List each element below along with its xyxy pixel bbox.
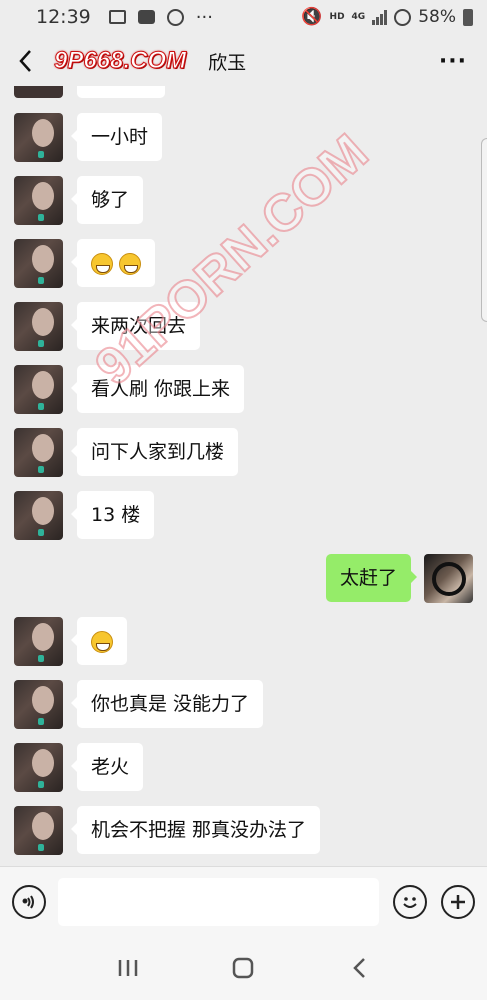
avatar[interactable] [14,113,63,162]
message-row: 老火 [14,743,144,792]
message-bubble[interactable]: 老火 [70,743,144,791]
avatar[interactable] [14,365,63,414]
input-bar [0,866,487,936]
message-row: 13 楼 [14,491,155,540]
avatar[interactable] [14,806,63,855]
nav-back-button[interactable] [334,943,384,993]
smiley-icon [403,896,417,908]
avatar[interactable] [14,176,63,225]
chat-title: 欣玉 [208,51,247,74]
message-bubble-sent[interactable]: 太赶了 [325,554,418,602]
grimace-icon [119,252,142,275]
avatar[interactable] [14,680,63,729]
system-nav-bar [0,936,487,1000]
gallery-icon [108,10,126,24]
message-bubble[interactable]: 来两次回去 [70,302,201,350]
avatar[interactable] [14,743,63,792]
mute-icon: 🔇 [301,7,323,27]
message-bubble[interactable]: 一小时 [70,113,163,161]
avatar[interactable] [14,86,63,98]
scrollbar[interactable] [481,138,487,322]
message-bubble[interactable]: 你也真是 没能力了 [70,680,264,728]
message-bubble-partial [77,86,165,98]
avatar[interactable] [14,302,63,351]
more-options-button[interactable]: ··· [439,49,467,74]
message-input[interactable] [58,877,379,926]
plus-icon [451,894,465,909]
signal-icon [372,9,388,25]
voice-icon [22,894,34,909]
message-bubble[interactable]: 机会不把握 那真没办法了 [70,806,321,854]
chevron-left-icon [19,50,31,72]
message-bubble[interactable] [70,239,156,287]
status-time: 12:39 [36,6,91,28]
message-bubble[interactable] [71,617,127,665]
home-icon [233,957,254,979]
recent-apps-icon [118,960,138,976]
message-bubble[interactable]: 问下人家到几楼 [70,428,239,476]
home-button[interactable] [218,943,268,993]
app-notification-icon [166,8,184,26]
recent-apps-button[interactable] [103,943,153,993]
message-bubble[interactable]: 看人刷 你跟上来 [70,365,245,413]
do-not-disturb-icon [394,8,412,26]
status-bar: 12:39 ··· 🔇 HD 4G 58% [0,0,487,34]
message-icon [137,10,155,24]
avatar-self[interactable] [424,554,473,603]
message-bubble[interactable]: 13 楼 [70,491,155,539]
message-row: 看人刷 你跟上来 [14,365,245,414]
laugh-cry-icon [91,630,113,653]
hd-label: HD [329,11,345,22]
avatar[interactable] [14,239,63,288]
chat-header: 9P668.COM 欣玉 ··· [0,34,487,88]
battery-icon [463,8,473,26]
avatar[interactable] [14,617,63,666]
emoji-button[interactable] [393,884,427,919]
avatar[interactable] [14,428,63,477]
message-row [14,617,127,666]
more-notifications-icon: ··· [195,6,213,28]
network-4g-label: 4G [351,11,366,22]
message-row: 够了 [14,176,144,225]
message-row: 机会不把握 那真没办法了 [14,806,321,855]
message-row: 问下人家到几楼 [14,428,239,477]
battery-percent: 58% [418,7,456,27]
message-row: 太赶了 [325,554,473,603]
back-button[interactable] [0,34,50,88]
grin-icon [91,252,113,275]
back-arrow-icon [353,958,366,978]
watermark-logo: 9P668.COM [53,47,187,75]
message-row [14,239,156,288]
add-button[interactable] [441,884,475,919]
avatar[interactable] [14,491,63,540]
voice-button[interactable] [12,884,46,919]
message-row: 一小时 [14,113,163,162]
message-bubble[interactable]: 够了 [70,176,144,224]
message-row: 你也真是 没能力了 [14,680,264,729]
message-row: 来两次回去 [14,302,201,351]
